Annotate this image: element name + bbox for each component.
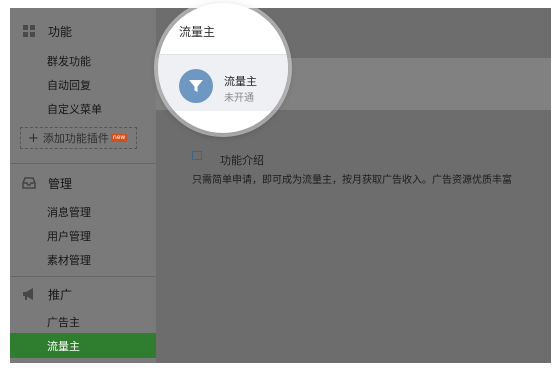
page-title: 流量主 [179, 25, 216, 39]
sidebar-item-mass-send[interactable]: 群发功能 [47, 53, 91, 69]
sidebar-item-advertiser[interactable]: 广告主 [47, 314, 80, 330]
magnifier-lens: 流量主 流量主 未开通 [158, 3, 288, 133]
funnel-icon [189, 80, 203, 92]
sidebar-section-title: 管理 [48, 176, 73, 191]
inbox-icon [22, 177, 36, 189]
intro-description: 只需简单申请，即可成为流量主，按月获取广告收入。广告资源优质丰富 [192, 175, 512, 186]
plus-icon: + [28, 130, 39, 146]
megaphone-icon [23, 288, 33, 300]
new-badge: new [110, 134, 128, 142]
sidebar-item-label-active: 流量主 [47, 340, 80, 353]
sidebar-item-auto-reply[interactable]: 自动回复 [47, 77, 91, 93]
sidebar-divider [10, 276, 156, 277]
account-card [158, 54, 288, 111]
sidebar-item-custom-menu[interactable]: 自定义菜单 [47, 101, 102, 117]
grid-icon [23, 25, 35, 37]
avatar [179, 69, 213, 103]
sidebar-item-materials[interactable]: 素材管理 [47, 252, 91, 268]
sidebar-item-traffic-owner[interactable] [10, 333, 156, 358]
sidebar-item-users[interactable]: 用户管理 [47, 228, 91, 244]
sidebar: 功能 群发功能 自动回复 自定义菜单 + 添加功能插件 new 管理 消息管理 … [10, 8, 156, 363]
add-plugin-button[interactable]: + 添加功能插件 new [20, 127, 137, 149]
sidebar-section-title: 推广 [48, 287, 73, 302]
intro-title: 功能介绍 [220, 154, 264, 167]
sidebar-divider [10, 163, 156, 164]
add-plugin-label: 添加功能插件 [42, 132, 109, 145]
sidebar-section-title: 功能 [48, 24, 73, 39]
account-name: 流量主 [224, 75, 257, 88]
sidebar-item-messages[interactable]: 消息管理 [47, 204, 91, 220]
doc-icon [192, 151, 202, 160]
status-label: 未开通 [224, 93, 254, 104]
